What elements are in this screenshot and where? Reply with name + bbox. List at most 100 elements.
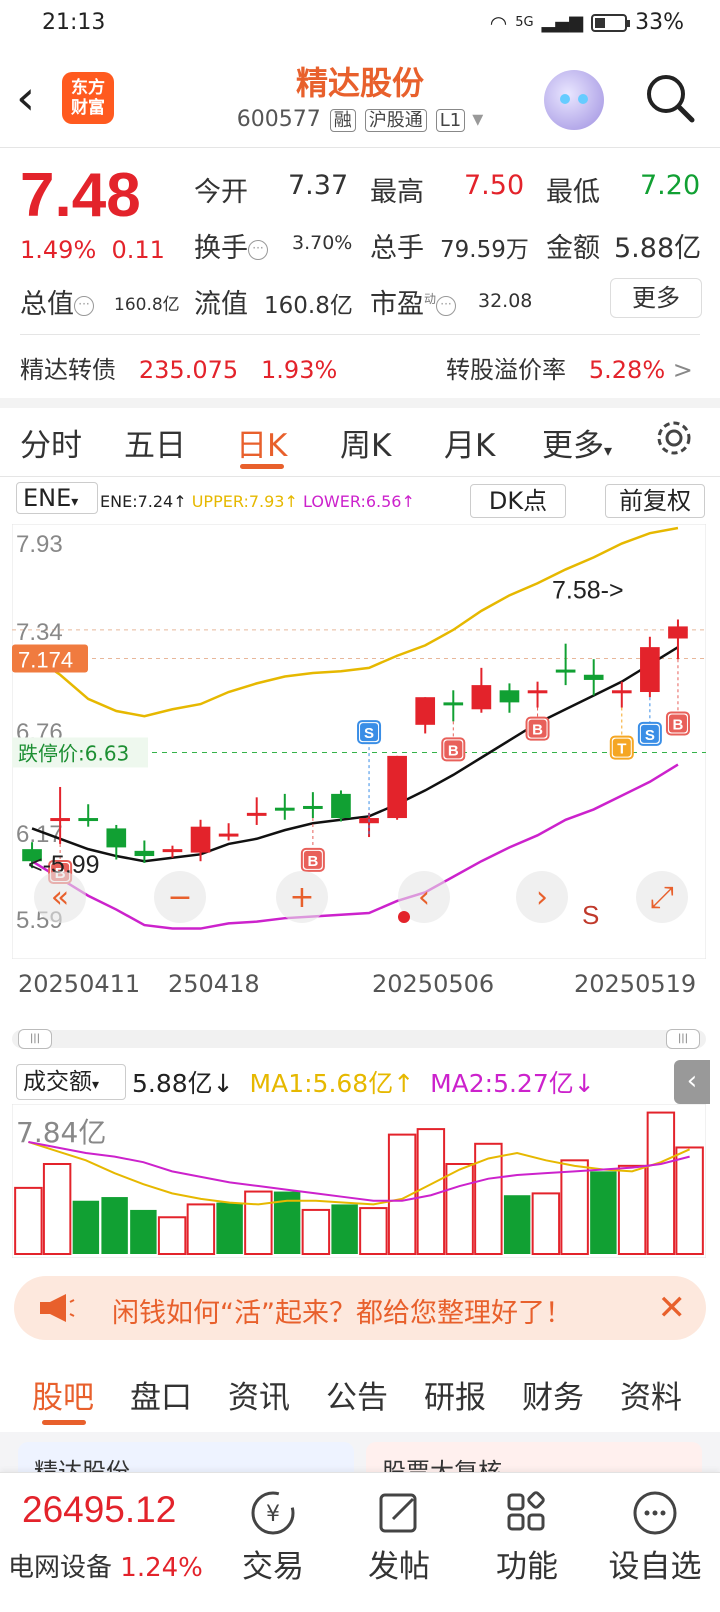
- signal-label: B: [307, 853, 318, 870]
- nav-trade[interactable]: ¥ 交易: [218, 1487, 328, 1586]
- assistant-robot-icon[interactable]: [544, 70, 604, 130]
- dk-points-button[interactable]: DK点: [470, 484, 566, 518]
- volume-value: 79.59万: [440, 237, 529, 263]
- high-label: 最高: [370, 177, 424, 208]
- range-handle-right[interactable]: |||: [666, 1029, 700, 1049]
- candle: [668, 626, 688, 639]
- tab-monthly-k[interactable]: 月K: [444, 420, 495, 465]
- info-icon[interactable]: ···: [74, 295, 94, 316]
- candle: [50, 818, 70, 822]
- candle: [303, 805, 323, 809]
- candle: [78, 818, 99, 822]
- candle: [134, 850, 155, 857]
- premium-row[interactable]: 转股溢价率 5.28% >: [446, 350, 693, 385]
- candle: [499, 690, 520, 703]
- index-value: 26495.12: [22, 1489, 177, 1530]
- expand-icon-glyph: ⤢: [650, 880, 674, 915]
- volume-bar: [590, 1171, 617, 1254]
- volume-bar: [531, 1192, 561, 1255]
- tab-daily-k[interactable]: 日K: [236, 420, 287, 465]
- tab-forum[interactable]: 股吧: [32, 1372, 94, 1417]
- y-tick-label: 6.17: [16, 821, 63, 848]
- gear-icon[interactable]: [654, 418, 694, 466]
- amount-label: 金额: [546, 233, 600, 264]
- low-value: 7.20: [640, 170, 701, 201]
- pe-label: 市盈动 ···: [370, 282, 457, 321]
- candle: [387, 755, 407, 819]
- promo-banner[interactable]: 闲钱如何“活”起来？都给您整理好了！ ✕: [14, 1276, 706, 1340]
- volume-bar: [14, 1186, 43, 1255]
- tab-intraday[interactable]: 分时: [20, 420, 82, 465]
- candle: [218, 833, 239, 837]
- nav-add-watchlist[interactable]: 设自选: [600, 1487, 710, 1586]
- tab-research[interactable]: 研报: [424, 1372, 486, 1417]
- date-label: 20250519: [574, 970, 697, 998]
- info-icon[interactable]: ···: [248, 239, 268, 260]
- y-tick-label: 7.93: [16, 531, 63, 558]
- tab-announcements[interactable]: 公告: [326, 1372, 388, 1417]
- volume-bar: [216, 1202, 243, 1254]
- candle: [471, 685, 492, 710]
- chart-tabs: 分时 五日 日K 周K 月K 更多▾: [0, 420, 720, 470]
- candle: [583, 674, 604, 680]
- volume-values: 5.88亿↓ MA1:5.68亿↑ MA2:5.27亿↓: [132, 1069, 595, 1098]
- nav-post[interactable]: 发帖: [344, 1487, 454, 1586]
- volume-bar: [646, 1111, 676, 1256]
- tab-weekly-k[interactable]: 周K: [340, 420, 391, 465]
- candle: [527, 690, 548, 694]
- volume-bar: [560, 1159, 589, 1255]
- prev-page-icon-glyph: «: [51, 880, 69, 915]
- volume-bar: [474, 1142, 503, 1255]
- signal-label: S: [645, 727, 655, 744]
- tab-indicator: [240, 464, 284, 469]
- current-dot: [398, 911, 410, 923]
- volume-bar: [72, 1200, 100, 1254]
- indicator-select[interactable]: ENE▾: [16, 482, 98, 514]
- nav-functions[interactable]: 功能: [472, 1487, 582, 1586]
- tab-more[interactable]: 更多▾: [542, 420, 612, 465]
- banner-text: 闲钱如何“活”起来？都给您整理好了！: [112, 1298, 572, 1329]
- volume-bar: [445, 1163, 474, 1255]
- date-label: 20250411: [18, 970, 141, 998]
- status-bar: 21:13 ◠ 5G ▂▄▆ 33%: [0, 0, 720, 46]
- chart-range-scrollbar[interactable]: ||| |||: [12, 1029, 706, 1049]
- candle: [331, 793, 351, 819]
- convertible-bond-row[interactable]: 精达转债 235.075 1.93%: [20, 350, 337, 385]
- candle: [555, 669, 576, 673]
- info-icon[interactable]: ···: [436, 295, 457, 316]
- volume-indicator-select[interactable]: 成交额▾: [16, 1064, 126, 1100]
- candle: [162, 849, 183, 853]
- signal-label: B: [532, 722, 543, 739]
- wifi-icon: ◠: [489, 10, 508, 35]
- signal-label: B: [448, 742, 459, 759]
- more-button[interactable]: 更多: [610, 278, 702, 318]
- high-value: 7.50: [464, 170, 525, 201]
- candle: [190, 826, 211, 853]
- open-value: 7.37: [288, 170, 349, 201]
- tab-indicator: [42, 1420, 86, 1425]
- price-change: 1.49% 0.11: [20, 236, 165, 264]
- limit-down-text: 跌停价:6.63: [18, 741, 129, 765]
- close-icon[interactable]: ✕: [658, 1288, 687, 1328]
- search-icon[interactable]: [642, 70, 698, 126]
- tab-orderbook[interactable]: 盘口: [130, 1372, 192, 1417]
- turnover-label: 换手 ···: [194, 226, 268, 265]
- volume-bar: [359, 1207, 388, 1255]
- tab-five-day[interactable]: 五日: [124, 420, 186, 465]
- stock-code-row[interactable]: 600577 融 沪股通 L1 ▾: [0, 106, 720, 132]
- volume-bar: [503, 1195, 531, 1254]
- forum-cards: 精达股份 股票大复核: [0, 1432, 720, 1482]
- collapse-icon[interactable]: ‹: [674, 1060, 710, 1104]
- candle: [611, 690, 632, 694]
- volume-chart[interactable]: 7.84亿: [12, 1104, 706, 1258]
- kline-chart[interactable]: 7.937.346.766.175.59BBSBBTSB7.174跌停价:6.6…: [12, 524, 706, 959]
- tab-profile[interactable]: 资料: [620, 1372, 682, 1417]
- tab-finance[interactable]: 财务: [522, 1372, 584, 1417]
- adjust-button[interactable]: 前复权: [605, 484, 705, 518]
- yen-icon: ¥: [218, 1487, 328, 1539]
- mcap-label: 总值 ···: [20, 282, 94, 321]
- range-handle-left[interactable]: |||: [18, 1029, 52, 1049]
- volume-bar: [301, 1208, 331, 1255]
- tab-news[interactable]: 资讯: [228, 1372, 290, 1417]
- mcap-value: 160.8亿: [114, 295, 180, 315]
